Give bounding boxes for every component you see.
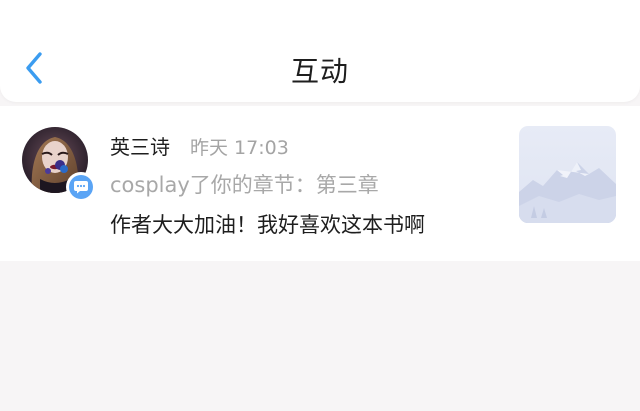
comment-badge (66, 172, 96, 202)
notification-action-text[interactable]: cosplay了你的章节：第三章 (110, 169, 379, 199)
notification-card[interactable]: 英三诗 昨天 17:03 cosplay了你的章节：第三章 作者大大加油！我好喜… (0, 106, 640, 261)
user-info-row: 英三诗 昨天 17:03 (110, 131, 289, 160)
chapter-thumbnail[interactable] (519, 126, 616, 223)
chat-bubble-icon (69, 175, 93, 199)
username[interactable]: 英三诗 (110, 131, 170, 160)
timestamp: 昨天 17:03 (190, 137, 289, 159)
top-nav-bar: 互动 (0, 0, 640, 102)
page-title: 互动 (290, 55, 349, 88)
comment-message: 作者大大加油！我好喜欢这本书啊 (110, 213, 425, 237)
user-avatar-container[interactable] (22, 127, 96, 202)
mountain-landscape-icon (519, 126, 616, 223)
